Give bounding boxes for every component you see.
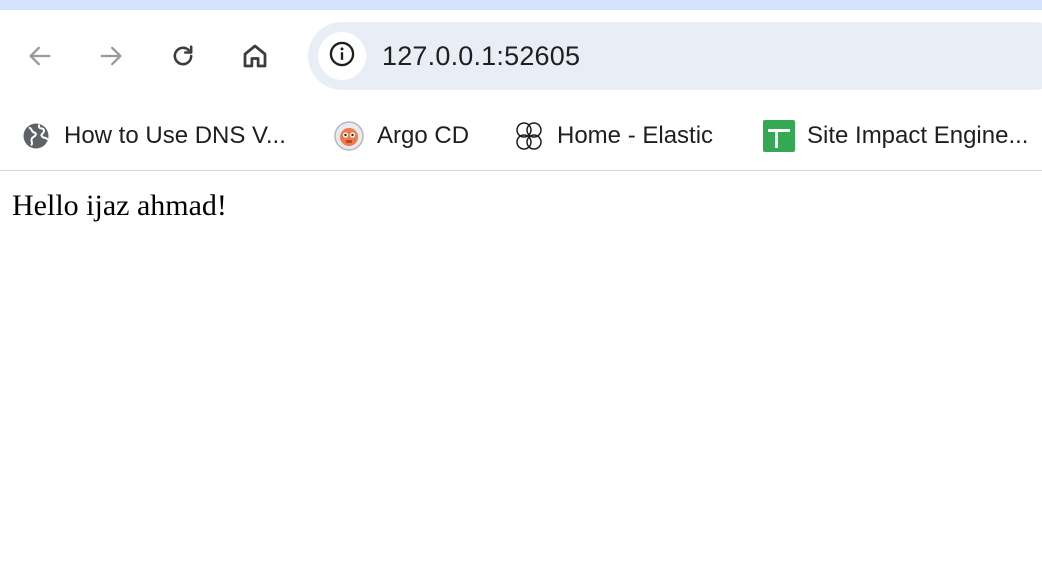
sheets-icon (763, 120, 795, 152)
bookmark-label: Home - Elastic (557, 122, 714, 149)
argo-logo-icon (333, 120, 365, 152)
home-icon (240, 41, 270, 71)
page-content: Hello ijaz ahmad! (0, 171, 1042, 564)
greeting-text: Hello ijaz ahmad! (12, 189, 227, 222)
globe-icon (20, 120, 52, 152)
forward-button[interactable] (91, 36, 131, 76)
home-button[interactable] (235, 36, 275, 76)
reload-button[interactable] (163, 36, 203, 76)
bookmark-label: Site Impact Engine... (807, 122, 1029, 149)
info-icon (328, 40, 356, 73)
elastic-logo-icon (513, 120, 545, 152)
site-info-button[interactable] (318, 32, 366, 80)
browser-toolbar: 127.0.0.1:52605 (0, 10, 1042, 102)
bookmark-label: How to Use DNS V... (64, 122, 286, 149)
reload-icon (169, 42, 197, 70)
arrow-left-icon (26, 42, 54, 70)
bookmark-site-impact[interactable]: Site Impact Engine... (763, 102, 1042, 170)
bookmark-elastic[interactable]: Home - Elastic (513, 102, 733, 170)
back-button[interactable] (20, 36, 60, 76)
bookmarks-bar: How to Use DNS V... Argo CD Home - Elast… (0, 102, 1042, 171)
window-frame (0, 0, 1042, 10)
bookmark-dns[interactable]: How to Use DNS V... (20, 102, 300, 170)
bookmark-argo-cd[interactable]: Argo CD (333, 102, 483, 170)
bookmark-label: Argo CD (377, 122, 470, 149)
url-text[interactable]: 127.0.0.1:52605 (382, 41, 580, 72)
arrow-right-icon (97, 42, 125, 70)
address-bar[interactable]: 127.0.0.1:52605 (308, 22, 1042, 90)
